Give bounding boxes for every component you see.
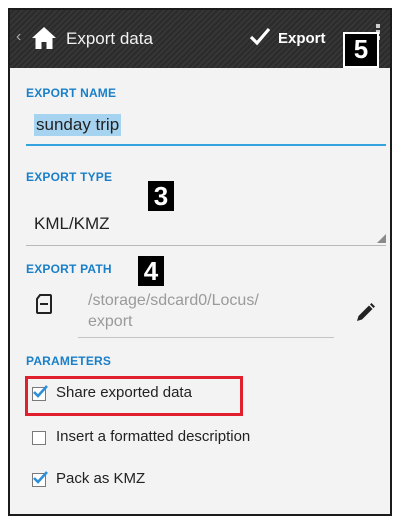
pencil-icon[interactable] bbox=[354, 302, 376, 324]
export-path-value: /storage/sdcard0/Locus/ export bbox=[88, 292, 259, 330]
export-button[interactable]: Export bbox=[278, 30, 326, 47]
chevron-left-icon[interactable]: ‹ bbox=[16, 28, 21, 46]
export-name-value: sunday trip bbox=[34, 114, 122, 136]
checkbox-insert-formatted-description[interactable] bbox=[32, 431, 46, 445]
action-bar: ‹ Export data Export 5 bbox=[10, 10, 390, 68]
dropdown-arrow-icon bbox=[377, 234, 386, 243]
callout-4: 4 bbox=[138, 256, 164, 286]
checkbox-share-exported-data[interactable] bbox=[32, 385, 48, 401]
export-name-field[interactable]: sunday trip bbox=[26, 106, 386, 146]
option-label: Insert a formatted description bbox=[56, 428, 251, 445]
export-type-label: EXPORT TYPE bbox=[26, 170, 113, 184]
export-dialog: ‹ Export data Export 5 EXPORT NAME sunda… bbox=[8, 8, 392, 516]
export-path-label: EXPORT PATH bbox=[26, 262, 112, 276]
sd-card-icon bbox=[36, 294, 52, 314]
export-type-select[interactable]: KML/KMZ bbox=[26, 206, 386, 246]
callout-5: 5 bbox=[343, 32, 379, 68]
option-label: Share exported data bbox=[56, 384, 192, 401]
page-title: Export data bbox=[66, 29, 153, 48]
export-path-field[interactable]: /storage/sdcard0/Locus/ export bbox=[78, 286, 334, 338]
checkbox-pack-as-kmz[interactable] bbox=[32, 471, 48, 487]
check-icon bbox=[33, 385, 48, 398]
export-type-value: KML/KMZ bbox=[34, 214, 110, 233]
parameters-label: PARAMETERS bbox=[26, 354, 112, 368]
home-icon[interactable] bbox=[30, 24, 58, 52]
option-label: Pack as KMZ bbox=[56, 470, 146, 487]
check-icon bbox=[33, 471, 48, 484]
check-icon[interactable] bbox=[249, 25, 271, 47]
export-name-label: EXPORT NAME bbox=[26, 86, 117, 100]
